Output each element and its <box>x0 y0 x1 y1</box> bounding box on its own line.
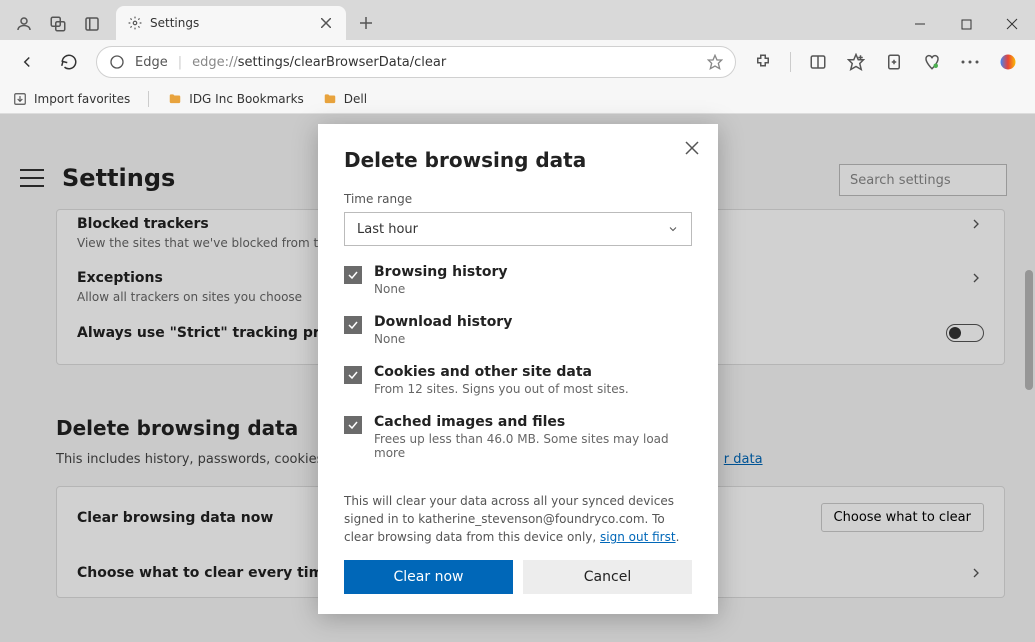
import-favorites-label: Import favorites <box>34 92 130 106</box>
list-item[interactable]: Download historyNone <box>344 314 692 346</box>
clear-browsing-data-dialog: Delete browsing data Time range Last hou… <box>318 124 718 614</box>
dialog-title: Delete browsing data <box>344 148 692 172</box>
bookmark-folder-dell[interactable]: Dell <box>322 91 367 107</box>
more-icon[interactable] <box>955 47 985 77</box>
profile-icon[interactable] <box>14 14 34 34</box>
bookmark-dell-label: Dell <box>344 92 367 106</box>
data-type-list: Browsing historyNone Download historyNon… <box>344 264 692 484</box>
copilot-icon[interactable] <box>993 47 1023 77</box>
tab-title: Settings <box>150 16 310 30</box>
new-tab-button[interactable] <box>352 9 380 37</box>
extensions-icon[interactable] <box>748 47 778 77</box>
bookmark-folder-idg[interactable]: IDG Inc Bookmarks <box>167 91 304 107</box>
back-button[interactable] <box>12 47 42 77</box>
import-favorites-button[interactable]: Import favorites <box>12 91 130 107</box>
cancel-button[interactable]: Cancel <box>523 560 692 594</box>
refresh-button[interactable] <box>54 47 84 77</box>
time-range-select[interactable]: Last hour <box>344 212 692 246</box>
checkbox-checked[interactable] <box>344 316 362 334</box>
url-text: edge://settings/clearBrowserData/clear <box>192 55 697 70</box>
address-engine: Edge <box>135 55 168 70</box>
signout-note: This will clear your data across all you… <box>344 492 692 546</box>
chevron-down-icon <box>667 223 679 235</box>
checkbox-checked[interactable] <box>344 416 362 434</box>
tab-close-button[interactable] <box>318 15 334 31</box>
checkbox-checked[interactable] <box>344 266 362 284</box>
gear-icon <box>128 16 142 30</box>
workspaces-icon[interactable] <box>48 14 68 34</box>
download-icon <box>12 91 28 107</box>
page-content: Your browser is managed by your organiza… <box>0 114 1035 642</box>
list-item[interactable]: Cookies and other site dataFrom 12 sites… <box>344 364 692 396</box>
minimize-button[interactable] <box>897 8 943 40</box>
favorites-icon[interactable] <box>841 47 871 77</box>
collections-icon[interactable] <box>879 47 909 77</box>
bookmarks-bar: Import favorites IDG Inc Bookmarks Dell <box>0 84 1035 114</box>
bookmark-idg-label: IDG Inc Bookmarks <box>189 92 304 106</box>
checkbox-checked[interactable] <box>344 366 362 384</box>
folder-icon <box>167 91 183 107</box>
tab-actions-icon[interactable] <box>82 14 102 34</box>
clear-now-button[interactable]: Clear now <box>344 560 513 594</box>
list-item[interactable]: Cached images and filesFrees up less tha… <box>344 414 692 460</box>
favorite-star-icon[interactable] <box>707 54 723 70</box>
edge-icon <box>109 54 125 70</box>
list-item[interactable]: Browsing historyNone <box>344 264 692 296</box>
split-screen-icon[interactable] <box>803 47 833 77</box>
address-bar[interactable]: Edge | edge://settings/clearBrowserData/… <box>96 46 736 78</box>
browser-tab[interactable]: Settings <box>116 6 346 40</box>
sign-out-link[interactable]: sign out first <box>600 530 676 544</box>
maximize-button[interactable] <box>943 8 989 40</box>
window-controls <box>897 8 1035 40</box>
titlebar: Settings <box>0 0 1035 40</box>
folder-icon <box>322 91 338 107</box>
time-range-label: Time range <box>344 192 692 206</box>
dialog-close-button[interactable] <box>682 138 702 158</box>
browser-essentials-icon[interactable] <box>917 47 947 77</box>
close-window-button[interactable] <box>989 8 1035 40</box>
toolbar: Edge | edge://settings/clearBrowserData/… <box>0 40 1035 84</box>
